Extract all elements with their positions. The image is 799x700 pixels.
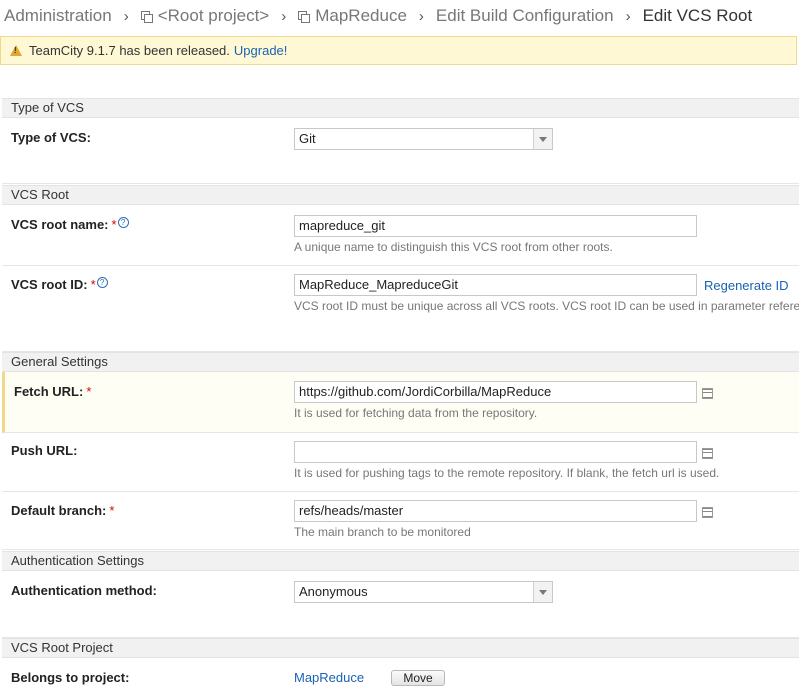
vcs-root-name-hint: A unique name to distinguish this VCS ro…	[294, 240, 613, 254]
vcs-root-id-input[interactable]: MapReduce_MapreduceGit	[294, 274, 697, 296]
default-branch-input[interactable]: refs/heads/master	[294, 500, 697, 522]
vcs-root-id-hint: VCS root ID must be unique across all VC…	[294, 299, 799, 313]
update-banner: TeamCity 9.1.7 has been released. Upgrad…	[0, 36, 797, 65]
breadcrumb-administration[interactable]: Administration	[4, 6, 112, 26]
row-vcs-root-id: VCS root ID: *? MapReduce_MapreduceGit Re…	[2, 266, 799, 352]
section-vcs-root-project: VCS Root Project	[2, 638, 799, 658]
banner-message: TeamCity 9.1.7 has been released.	[29, 43, 230, 58]
row-push-url: Push URL: It is used for pushing tags to…	[2, 433, 799, 492]
breadcrumb-root-project[interactable]: <Root project>	[158, 6, 270, 26]
required-marker: *	[109, 503, 115, 518]
regenerate-id-link[interactable]: Regenerate ID	[704, 278, 789, 293]
upgrade-link[interactable]: Upgrade!	[234, 43, 287, 58]
chevron-right-icon: ›	[123, 7, 129, 25]
vcs-root-id-label: VCS root ID: *?	[11, 277, 108, 292]
default-branch-label: Default branch: *	[11, 503, 114, 518]
fetch-url-input[interactable]: https://github.com/JordiCorbilla/MapRedu…	[294, 381, 697, 403]
row-vcs-root-name: VCS root name: *? mapreduce_git A unique …	[2, 205, 799, 266]
vcs-root-id-label-text: VCS root ID:	[11, 277, 88, 292]
row-fetch-url: Fetch URL: * https://github.com/JordiCorb…	[2, 372, 799, 433]
warning-icon	[10, 45, 22, 56]
help-icon[interactable]: ?	[117, 217, 129, 228]
type-of-vcs-label: Type of VCS:	[11, 130, 91, 145]
authentication-method-value: Anonymous	[299, 584, 368, 599]
push-url-hint: It is used for pushing tags to the remot…	[294, 466, 720, 480]
breadcrumb-current-page: Edit VCS Root	[642, 6, 753, 25]
section-authentication-settings: Authentication Settings	[2, 551, 799, 571]
required-marker: *	[90, 277, 96, 292]
chevron-down-icon	[533, 582, 552, 602]
section-vcs-root: VCS Root	[2, 185, 799, 205]
required-marker: *	[111, 217, 117, 232]
move-button[interactable]: Move	[391, 670, 445, 686]
fetch-url-hint: It is used for fetching data from the re…	[294, 406, 538, 420]
chevron-right-icon: ›	[281, 7, 287, 25]
default-branch-hint: The main branch to be monitored	[294, 525, 471, 539]
breadcrumb-edit-build-configuration[interactable]: Edit Build Configuration	[436, 6, 614, 26]
vcs-root-name-label: VCS root name: *?	[11, 217, 129, 232]
fetch-url-label: Fetch URL: *	[14, 384, 91, 399]
type-of-vcs-value: Git	[299, 131, 316, 146]
vcs-root-name-label-text: VCS root name:	[11, 217, 109, 232]
authentication-method-select[interactable]: Anonymous	[294, 581, 553, 603]
row-belongs-to-project: Belongs to project: MapReduce Move	[2, 658, 799, 700]
push-url-label: Push URL:	[11, 443, 78, 458]
vcs-root-name-input[interactable]: mapreduce_git	[294, 215, 697, 237]
row-authentication-method: Authentication method: Anonymous	[2, 571, 799, 638]
default-branch-label-text: Default branch:	[11, 503, 107, 518]
row-default-branch: Default branch: * refs/heads/master The m…	[2, 492, 799, 550]
chevron-down-icon	[533, 129, 552, 149]
fetch-url-label-text: Fetch URL:	[14, 384, 84, 399]
list-icon[interactable]	[702, 448, 713, 459]
push-url-input[interactable]	[294, 441, 697, 463]
section-general-settings: General Settings	[2, 352, 799, 372]
authentication-method-label: Authentication method:	[11, 583, 157, 598]
required-marker: *	[86, 384, 92, 399]
section-type-of-vcs: Type of VCS	[2, 98, 799, 118]
list-icon[interactable]	[702, 507, 713, 518]
chevron-right-icon: ›	[625, 7, 631, 25]
chevron-right-icon: ›	[418, 7, 424, 25]
project-icon	[140, 10, 153, 23]
breadcrumb: Administration › <Root project> › MapRed…	[4, 5, 752, 27]
belongs-to-project-label: Belongs to project:	[11, 670, 130, 685]
breadcrumb-mapreduce[interactable]: MapReduce	[315, 6, 407, 26]
row-type-of-vcs: Type of VCS: Git	[2, 118, 799, 184]
project-link[interactable]: MapReduce	[294, 670, 364, 685]
help-icon[interactable]: ?	[96, 277, 108, 288]
list-icon[interactable]	[702, 388, 713, 399]
type-of-vcs-select[interactable]: Git	[294, 128, 553, 150]
project-icon	[298, 10, 311, 23]
